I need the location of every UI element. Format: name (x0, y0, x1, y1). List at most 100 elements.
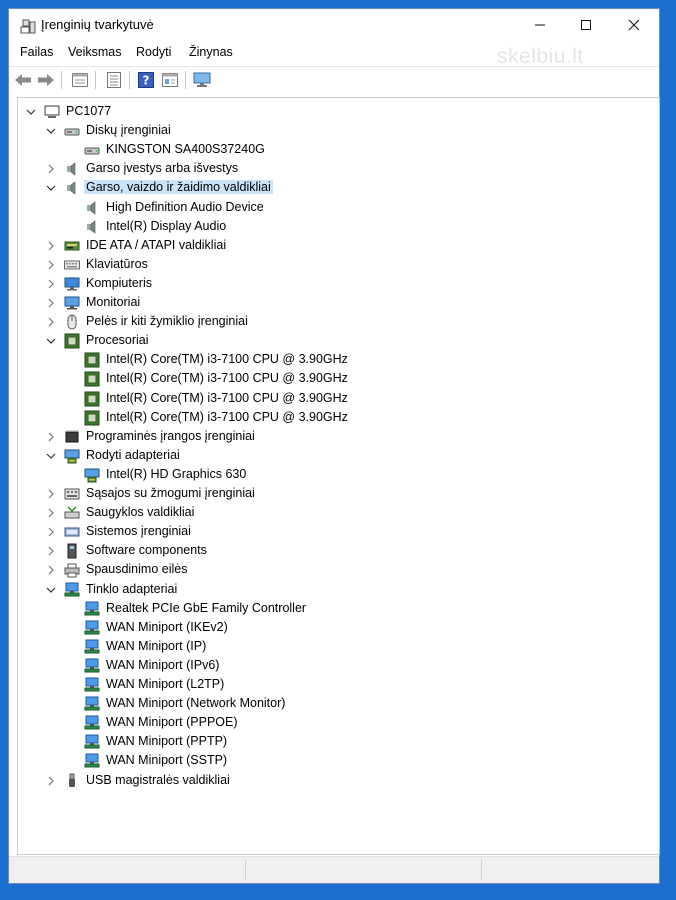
tree-item[interactable]: WAN Miniport (IKEv2) (18, 618, 659, 637)
tree-item[interactable]: Intel(R) Core(TM) i3-7100 CPU @ 3.90GHz (18, 350, 659, 369)
tree-item[interactable]: Diskų įrenginiai (18, 121, 659, 140)
tree-item[interactable]: Monitoriai (18, 293, 659, 312)
tree-item[interactable]: Intel(R) Display Audio (18, 217, 659, 236)
tree-item-label: Intel(R) Core(TM) i3-7100 CPU @ 3.90GHz (106, 390, 348, 405)
menu-action[interactable]: Veiksmas (68, 45, 122, 59)
close-icon (628, 19, 640, 31)
speaker-icon (64, 161, 80, 177)
disk-drive-icon (64, 123, 80, 139)
tree-item[interactable]: Sistemos įrenginiai (18, 522, 659, 541)
device-manager-window: Įrenginių tvarkytuvė Failas Veiksmas Rod… (8, 8, 660, 884)
tree-item[interactable]: Rodyti adapteriai (18, 446, 659, 465)
mouse-icon (64, 314, 80, 330)
status-separator (481, 860, 482, 880)
tree-item[interactable]: Programinės įrangos įrenginiai (18, 427, 659, 446)
menu-help[interactable]: Žinynas (189, 45, 233, 59)
tree-item[interactable]: Tinklo adapteriai (18, 580, 659, 599)
chevron-down-icon[interactable] (46, 584, 56, 594)
tree-item[interactable]: WAN Miniport (SSTP) (18, 751, 659, 770)
tree-item[interactable]: Intel(R) Core(TM) i3-7100 CPU @ 3.90GHz (18, 408, 659, 427)
computer-monitor-icon (64, 276, 80, 292)
chevron-right-icon[interactable] (46, 431, 56, 442)
network-adapter-icon (84, 753, 100, 769)
device-manager-icon (20, 18, 36, 34)
minimize-icon (535, 24, 545, 26)
network-adapter-icon (84, 696, 100, 712)
maximize-button[interactable] (563, 9, 609, 41)
chevron-right-icon[interactable] (46, 545, 56, 556)
tree-item[interactable]: PC1077 (18, 102, 659, 121)
tree-item[interactable]: Realtek PCIe GbE Family Controller (18, 599, 659, 618)
chevron-down-icon[interactable] (46, 182, 56, 192)
forward-button[interactable] (37, 71, 55, 89)
tree-item[interactable]: Intel(R) Core(TM) i3-7100 CPU @ 3.90GHz (18, 369, 659, 388)
tree-item[interactable]: Intel(R) HD Graphics 630 (18, 465, 659, 484)
scan-hardware-button[interactable] (193, 71, 211, 89)
details-view-button[interactable] (161, 71, 179, 89)
tree-item[interactable]: Garso įvestys arba išvestys (18, 159, 659, 178)
chevron-right-icon[interactable] (46, 278, 56, 289)
window-title: Įrenginių tvarkytuvė (41, 17, 154, 32)
tree-item[interactable]: Kompiuteris (18, 274, 659, 293)
chevron-down-icon[interactable] (26, 106, 36, 116)
tree-item[interactable]: WAN Miniport (IP) (18, 637, 659, 656)
chevron-right-icon[interactable] (46, 564, 56, 575)
title-bar[interactable]: Įrenginių tvarkytuvė (9, 9, 659, 41)
chevron-right-icon[interactable] (46, 316, 56, 327)
properties-window-button[interactable] (71, 71, 89, 89)
help-button[interactable]: ? (137, 71, 155, 89)
chevron-right-icon[interactable] (46, 297, 56, 308)
tree-item-label: Intel(R) Display Audio (106, 218, 227, 233)
tree-item[interactable]: WAN Miniport (Network Monitor) (18, 694, 659, 713)
print-queue-icon (64, 562, 80, 578)
tree-item[interactable]: WAN Miniport (PPPOE) (18, 713, 659, 732)
tree-item[interactable]: Garso, vaizdo ir žaidimo valdikliai (18, 178, 659, 197)
tree-item[interactable]: WAN Miniport (L2TP) (18, 675, 659, 694)
list-view-button[interactable] (105, 71, 123, 89)
chevron-down-icon[interactable] (46, 125, 56, 135)
speaker-icon (84, 200, 100, 216)
tree-item-label: WAN Miniport (PPTP) (106, 734, 228, 749)
processor-icon (84, 391, 100, 407)
menu-file[interactable]: Failas (20, 45, 53, 59)
tree-item[interactable]: Klaviatūros (18, 255, 659, 274)
tree-item[interactable]: USB magistralės valdikliai (18, 771, 659, 790)
tree-item[interactable]: WAN Miniport (PPTP) (18, 732, 659, 751)
tree-item-label: Spausdinimo eilės (86, 562, 188, 577)
tree-item-label: Tinklo adapteriai (86, 581, 178, 596)
tree-item[interactable]: WAN Miniport (IPv6) (18, 656, 659, 675)
network-adapter-icon (84, 658, 100, 674)
tree-item-label: IDE ATA / ATAPI valdikliai (86, 237, 227, 252)
tree-item[interactable]: Sąsajos su žmogumi įrenginiai (18, 484, 659, 503)
properties-window-icon (72, 73, 88, 87)
tree-item[interactable]: Intel(R) Core(TM) i3-7100 CPU @ 3.90GHz (18, 389, 659, 408)
tree-item[interactable]: IDE ATA / ATAPI valdikliai (18, 236, 659, 255)
menu-view[interactable]: Rodyti (136, 45, 171, 59)
tree-item[interactable]: KINGSTON SA400S37240G (18, 140, 659, 159)
chevron-right-icon[interactable] (46, 259, 56, 270)
tree-item-label: Intel(R) Core(TM) i3-7100 CPU @ 3.90GHz (106, 409, 348, 424)
chevron-right-icon[interactable] (46, 526, 56, 537)
tree-item-label: WAN Miniport (Network Monitor) (106, 696, 286, 711)
tree-item[interactable]: High Definition Audio Device (18, 198, 659, 217)
chevron-right-icon[interactable] (46, 775, 56, 785)
chevron-right-icon[interactable] (46, 163, 56, 174)
device-tree[interactable]: PC1077 Diskų įrenginiai KINGSTON SA400S372… (17, 97, 660, 855)
chevron-down-icon[interactable] (46, 335, 56, 345)
tree-item[interactable]: Spausdinimo eilės (18, 560, 659, 579)
chevron-right-icon[interactable] (46, 507, 56, 518)
chevron-down-icon[interactable] (46, 450, 56, 460)
tree-item[interactable]: Software components (18, 541, 659, 560)
tree-item[interactable]: Procesoriai (18, 331, 659, 350)
tree-item[interactable]: Saugyklos valdikliai (18, 503, 659, 522)
processor-icon (84, 371, 100, 387)
processor-icon (84, 410, 100, 426)
tree-item[interactable]: Pelės ir kiti žymiklio įrenginiai (18, 312, 659, 331)
disk-drive-icon (84, 142, 100, 158)
chevron-right-icon[interactable] (46, 240, 56, 251)
close-button[interactable] (611, 9, 657, 41)
minimize-button[interactable] (517, 9, 563, 41)
chevron-right-icon[interactable] (46, 488, 56, 499)
back-button[interactable] (14, 71, 32, 89)
tree-item-label: WAN Miniport (L2TP) (106, 677, 225, 691)
